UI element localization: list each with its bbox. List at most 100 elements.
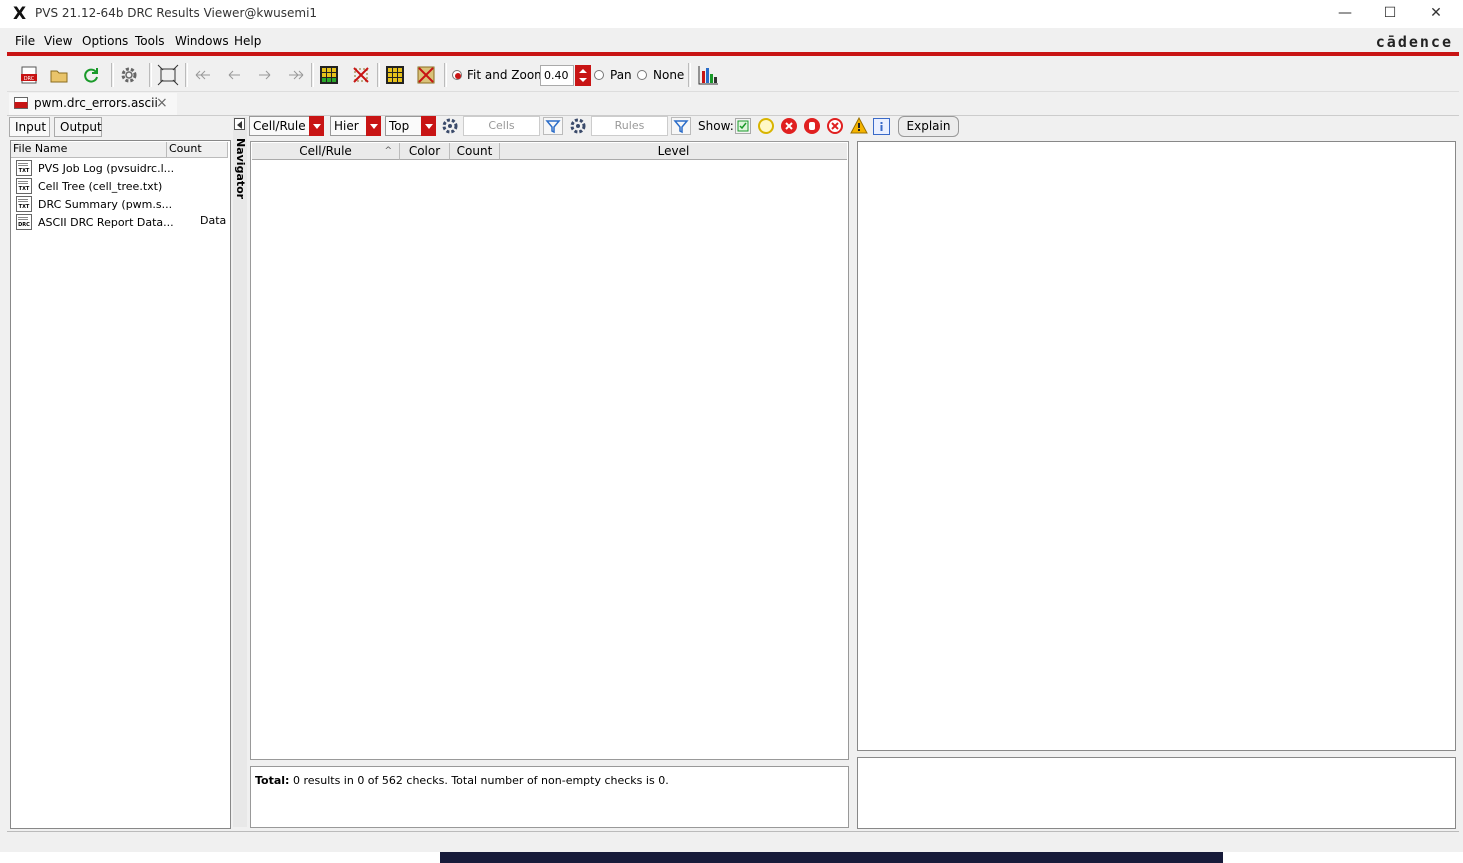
hier-dropdown[interactable]: Hier	[330, 116, 381, 136]
sort-ascending-icon: ^	[384, 146, 392, 156]
cellrule-dropdown[interactable]: Cell/Rule	[249, 116, 324, 136]
none-radio[interactable]	[637, 70, 647, 80]
show-label: Show:	[698, 119, 734, 133]
menu-windows[interactable]: Windows	[175, 34, 229, 48]
toolbar-separator	[149, 63, 152, 87]
toolbar-separator	[444, 63, 447, 87]
navigator-strip[interactable]	[233, 117, 247, 827]
toolbar-separator	[185, 63, 188, 87]
zoom-spinner[interactable]	[575, 65, 591, 86]
list-item[interactable]: TXT PVS Job Log (pvsuidrc.l...	[16, 159, 174, 177]
column-color[interactable]: Color	[400, 143, 450, 160]
minimize-button[interactable]: —	[1331, 4, 1359, 24]
pan-radio[interactable]	[594, 70, 604, 80]
results-table	[250, 141, 849, 760]
grid-clear-icon[interactable]	[415, 64, 437, 86]
cadence-logo: cādence	[1375, 33, 1453, 51]
toolbar-separator	[111, 63, 114, 87]
rules-settings-icon[interactable]	[569, 117, 587, 135]
txt-file-icon: TXT	[16, 160, 32, 176]
rules-search-input[interactable]: Rules	[591, 116, 668, 136]
toolbar-separator	[688, 63, 691, 87]
drc-file-icon: DRC	[16, 214, 32, 230]
chevron-down-icon	[309, 116, 324, 136]
menu-options[interactable]: Options	[82, 34, 128, 48]
column-cell-rule-label: Cell/Rule	[299, 144, 352, 158]
app-icon: X	[13, 4, 27, 24]
pan-label: Pan	[610, 68, 632, 82]
column-cell-rule[interactable]: Cell/Rule ^	[252, 143, 400, 160]
file-name: Cell Tree (cell_tree.txt)	[38, 179, 163, 193]
show-warnings-icon[interactable]	[850, 116, 868, 134]
menu-view[interactable]: View	[44, 34, 72, 48]
toolbar-separator	[377, 63, 380, 87]
top-dropdown[interactable]: Top	[385, 116, 436, 136]
summary-text: 0 results in 0 of 562 checks. Total numb…	[289, 774, 669, 787]
svg-text:DRC: DRC	[24, 76, 35, 82]
next-result-icon[interactable]	[254, 64, 276, 86]
maximize-button[interactable]: ☐	[1376, 4, 1404, 24]
cellrule-dropdown-value: Cell/Rule	[253, 119, 306, 133]
collapse-navigator-icon[interactable]	[234, 118, 245, 130]
first-result-icon[interactable]	[192, 64, 214, 86]
show-rejected-x-icon[interactable]	[827, 118, 843, 134]
show-fixed-hand-icon[interactable]	[804, 118, 820, 134]
document-tab-label: pwm.drc_errors.ascii	[34, 96, 158, 110]
input-file-list	[10, 140, 231, 829]
drc-file-icon	[14, 97, 28, 109]
hier-dropdown-value: Hier	[334, 119, 359, 133]
chevron-down-icon	[366, 116, 381, 136]
background-layout-window	[440, 852, 1223, 863]
settings-gear-icon[interactable]	[118, 64, 140, 86]
cells-search-input[interactable]: Cells	[463, 116, 540, 136]
column-count[interactable]: Count	[167, 142, 228, 158]
none-label: None	[653, 68, 685, 82]
refresh-icon[interactable]	[80, 64, 102, 86]
show-info-icon[interactable]	[873, 118, 890, 135]
list-item[interactable]: TXT Cell Tree (cell_tree.txt)	[16, 177, 162, 195]
column-count[interactable]: Count	[450, 143, 500, 160]
list-item[interactable]: DRC ASCII DRC Report Data...	[16, 213, 174, 231]
column-level[interactable]: Level	[500, 143, 847, 160]
menu-help[interactable]: Help	[234, 34, 261, 48]
grid-select-icon[interactable]	[384, 64, 406, 86]
close-tab-icon[interactable]: ×	[156, 95, 168, 111]
show-unreviewed-circle-icon[interactable]	[758, 118, 774, 134]
window-title: PVS 21.12-64b DRC Results Viewer@kwusemi…	[35, 6, 318, 20]
fit-view-icon[interactable]	[157, 64, 179, 86]
txt-file-icon: TXT	[16, 178, 32, 194]
tab-input[interactable]: Input	[9, 117, 50, 137]
rules-filter-icon[interactable]	[671, 117, 691, 135]
previous-result-icon[interactable]	[223, 64, 245, 86]
file-name: PVS Job Log (pvsuidrc.l...	[38, 161, 175, 175]
explain-panel	[857, 757, 1456, 829]
results-summary: Total: 0 results in 0 of 562 checks. Tot…	[250, 766, 849, 828]
file-count: Data	[200, 214, 227, 227]
explain-button[interactable]: Explain	[898, 116, 959, 137]
column-file-name[interactable]: File Name	[11, 142, 167, 158]
fit-and-zoom-radio[interactable]	[452, 70, 462, 80]
top-dropdown-value: Top	[389, 119, 410, 133]
histogram-chart-icon[interactable]	[697, 64, 719, 86]
status-bar	[7, 831, 1459, 851]
open-folder-icon[interactable]	[48, 64, 70, 86]
menu-file[interactable]: File	[15, 34, 35, 48]
zoom-value-field[interactable]: 0.40	[540, 65, 574, 86]
file-name: ASCII DRC Report Data...	[38, 215, 174, 229]
list-item[interactable]: TXT DRC Summary (pwm.s...	[16, 195, 172, 213]
clear-highlights-icon[interactable]	[350, 64, 372, 86]
last-result-icon[interactable]	[285, 64, 307, 86]
show-errors-x-icon[interactable]	[781, 118, 797, 134]
toolbar-separator	[311, 63, 314, 87]
document-tab-strip	[7, 93, 1459, 116]
file-name: DRC Summary (pwm.s...	[38, 197, 173, 211]
close-window-button[interactable]: ✕	[1422, 4, 1450, 24]
highlight-all-icon[interactable]	[318, 64, 340, 86]
show-waived-checkbox-icon[interactable]	[735, 118, 751, 134]
cells-settings-icon[interactable]	[441, 117, 459, 135]
menu-tools[interactable]: Tools	[135, 34, 165, 48]
open-drc-icon[interactable]: DRC	[18, 64, 40, 86]
summary-label: Total:	[255, 774, 290, 787]
cells-filter-icon[interactable]	[543, 117, 563, 135]
tab-output[interactable]: Output	[54, 117, 102, 137]
